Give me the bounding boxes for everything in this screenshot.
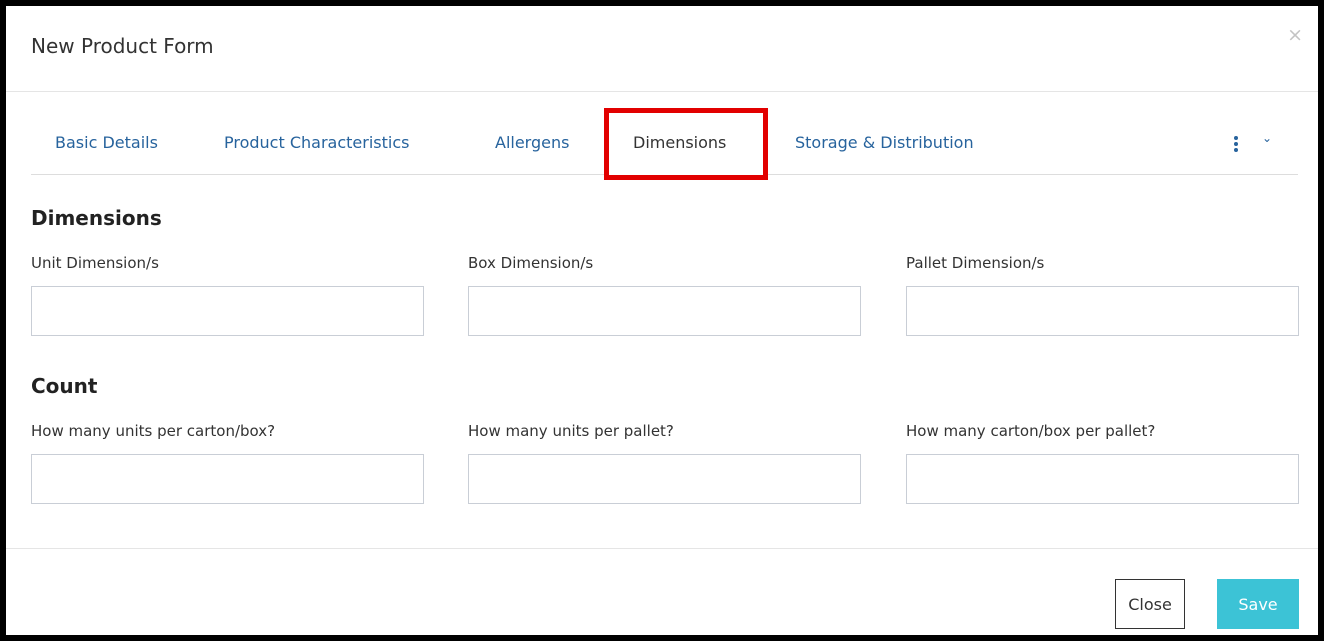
tab-bar: Basic Details Product Characteristics Al… <box>31 108 1298 180</box>
tab-product-characteristics[interactable]: Product Characteristics <box>224 111 409 175</box>
new-product-modal: New Product Form × Basic Details Product… <box>6 6 1318 635</box>
close-button[interactable]: Close <box>1115 579 1185 629</box>
tab-allergens[interactable]: Allergens <box>495 111 569 175</box>
kebab-menu-icon[interactable] <box>1234 136 1238 152</box>
close-icon[interactable]: × <box>1287 26 1303 45</box>
units-per-carton-label: How many units per carton/box? <box>31 422 276 440</box>
cartons-per-pallet-label: How many carton/box per pallet? <box>906 422 1156 440</box>
units-per-pallet-input[interactable] <box>468 454 861 504</box>
tab-dimensions[interactable]: Dimensions <box>633 111 726 175</box>
tab-storage-distribution[interactable]: Storage & Distribution <box>795 111 974 175</box>
dimensions-section-title: Dimensions <box>31 206 162 230</box>
modal-title: New Product Form <box>31 34 214 58</box>
chevron-down-icon[interactable]: ⌄ <box>1262 131 1272 145</box>
box-dimension-label: Box Dimension/s <box>468 254 594 272</box>
box-dimension-input[interactable] <box>468 286 861 336</box>
unit-dimension-label: Unit Dimension/s <box>31 254 159 272</box>
save-button[interactable]: Save <box>1217 579 1299 629</box>
units-per-pallet-label: How many units per pallet? <box>468 422 674 440</box>
count-section-title: Count <box>31 374 98 398</box>
cartons-per-pallet-input[interactable] <box>906 454 1299 504</box>
units-per-carton-input[interactable] <box>31 454 424 504</box>
pallet-dimension-input[interactable] <box>906 286 1299 336</box>
modal-header: New Product Form × <box>6 6 1318 92</box>
unit-dimension-input[interactable] <box>31 286 424 336</box>
modal-footer: Close Save <box>6 548 1318 635</box>
tab-basic-details[interactable]: Basic Details <box>55 111 158 175</box>
pallet-dimension-label: Pallet Dimension/s <box>906 254 1045 272</box>
